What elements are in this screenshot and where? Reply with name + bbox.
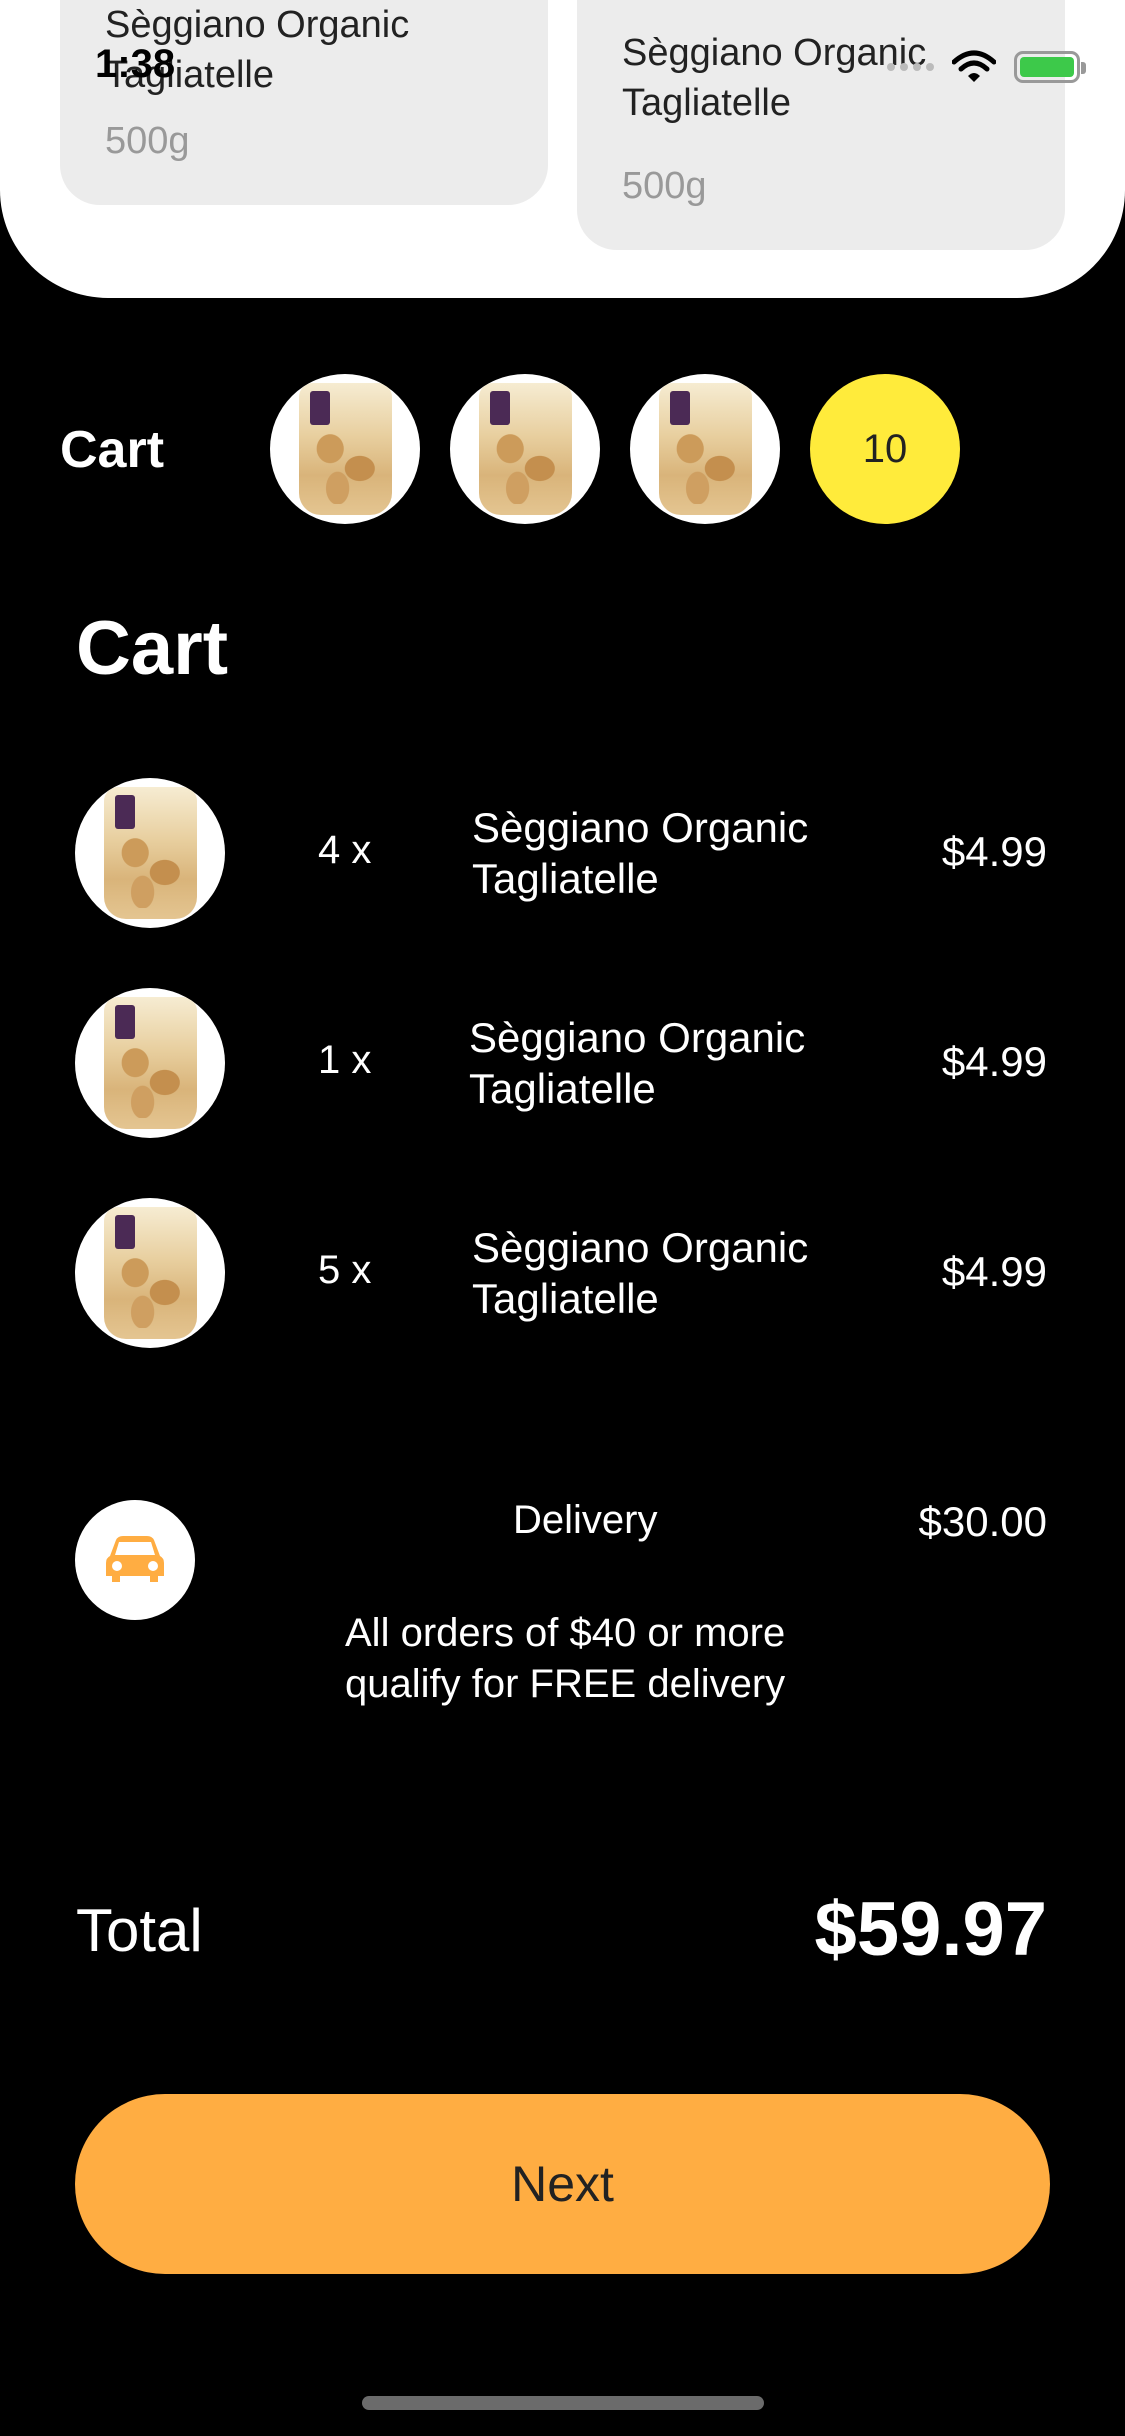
pasta-bag-image: [103, 997, 197, 1129]
item-quantity: 4 x: [318, 828, 372, 872]
delivery-icon-badge: [75, 1500, 195, 1620]
item-price: $4.99: [941, 828, 1047, 875]
item-name: Sèggiano Organic Tagliatelle: [472, 1224, 809, 1322]
product-sheet: Sèggiano Organic Tagliatelle 500g Sèggia…: [0, 0, 1125, 298]
cart-line-item[interactable]: 1 x Sèggiano Organic Tagliatelle $4.99: [0, 988, 1125, 1138]
pasta-bag-image: [298, 383, 392, 515]
product-weight: 500g: [622, 165, 707, 207]
item-name: Sèggiano Organic Tagliatelle: [469, 1014, 806, 1112]
cart-count-badge[interactable]: 10: [810, 374, 960, 524]
cart-strip-label: Cart: [60, 421, 165, 479]
item-price: $4.99: [941, 1038, 1047, 1085]
cart-line-item[interactable]: 4 x Sèggiano Organic Tagliatelle $4.99: [0, 778, 1125, 928]
total-label: Total: [76, 1897, 203, 1964]
total-value: $59.97: [814, 1887, 1047, 1972]
cart-thumbnail[interactable]: [450, 374, 600, 524]
pasta-bag-image: [478, 383, 572, 515]
cart-screen: Sèggiano Organic Tagliatelle 500g Sèggia…: [0, 0, 1125, 2436]
battery-icon: [1014, 51, 1086, 83]
status-icons: [887, 50, 1086, 84]
cart-line-item[interactable]: 5 x Sèggiano Organic Tagliatelle $4.99: [0, 1198, 1125, 1348]
cart-thumbnail[interactable]: [270, 374, 420, 524]
pasta-bag-image: [658, 383, 752, 515]
item-thumbnail: [75, 778, 225, 928]
item-quantity: 1 x: [318, 1038, 372, 1082]
home-indicator[interactable]: [362, 2396, 764, 2410]
product-weight: 500g: [105, 120, 190, 162]
delivery-note: All orders of $40 or more qualify for FR…: [345, 1611, 786, 1706]
cart-thumbnail[interactable]: [630, 374, 780, 524]
item-thumbnail: [75, 1198, 225, 1348]
delivery-label: Delivery: [513, 1498, 658, 1542]
item-quantity: 5 x: [318, 1248, 372, 1292]
cellular-signal-icon: [887, 63, 934, 71]
next-button[interactable]: Next: [75, 2094, 1050, 2274]
product-card[interactable]: Sèggiano Organic Tagliatelle 500g: [60, 0, 548, 205]
car-icon: [106, 1536, 164, 1582]
item-thumbnail: [75, 988, 225, 1138]
delivery-price: $30.00: [918, 1498, 1047, 1545]
item-price: $4.99: [941, 1248, 1047, 1295]
page-title: Cart: [76, 606, 229, 691]
product-card[interactable]: Sèggiano Organic Tagliatelle 500g: [577, 0, 1065, 250]
wifi-icon: [952, 50, 996, 82]
status-time: 1:38: [95, 42, 176, 86]
pasta-bag-image: [103, 787, 197, 919]
item-name: Sèggiano Organic Tagliatelle: [472, 804, 809, 902]
pasta-bag-image: [103, 1207, 197, 1339]
